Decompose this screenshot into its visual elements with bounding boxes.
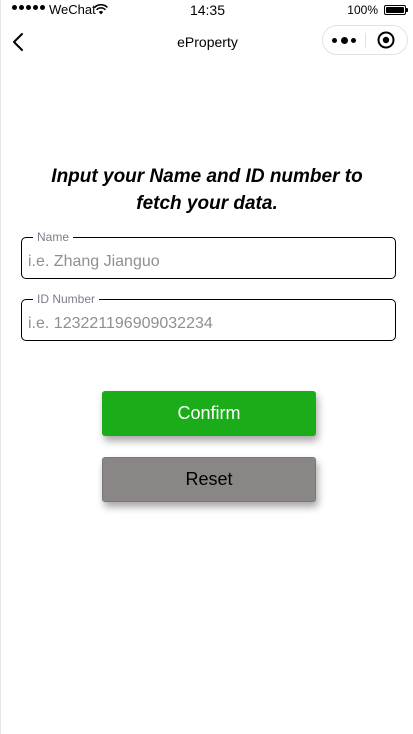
name-input[interactable]	[28, 251, 383, 273]
name-field[interactable]: Name	[21, 229, 396, 279]
battery-icon	[384, 5, 408, 15]
app-screen: WeChat 14:35 100% eProperty Input your N…	[0, 0, 413, 734]
id-number-input[interactable]	[28, 313, 383, 335]
status-bar: WeChat 14:35 100%	[1, 0, 413, 22]
confirm-button[interactable]: Confirm	[102, 391, 316, 436]
reset-button[interactable]: Reset	[102, 457, 316, 502]
capsule-divider	[365, 33, 366, 48]
id-number-field[interactable]: ID Number	[21, 291, 396, 341]
name-field-label: Name	[33, 229, 74, 245]
form-heading: Input your Name and ID number to fetch y…	[51, 166, 363, 214]
more-dots-icon[interactable]	[332, 33, 358, 48]
battery-percentage: 100%	[347, 3, 378, 17]
nav-bar: eProperty	[1, 22, 413, 62]
id-number-field-label: ID Number	[33, 291, 100, 307]
target-circle-icon[interactable]	[377, 31, 395, 49]
miniapp-capsule	[322, 25, 408, 55]
